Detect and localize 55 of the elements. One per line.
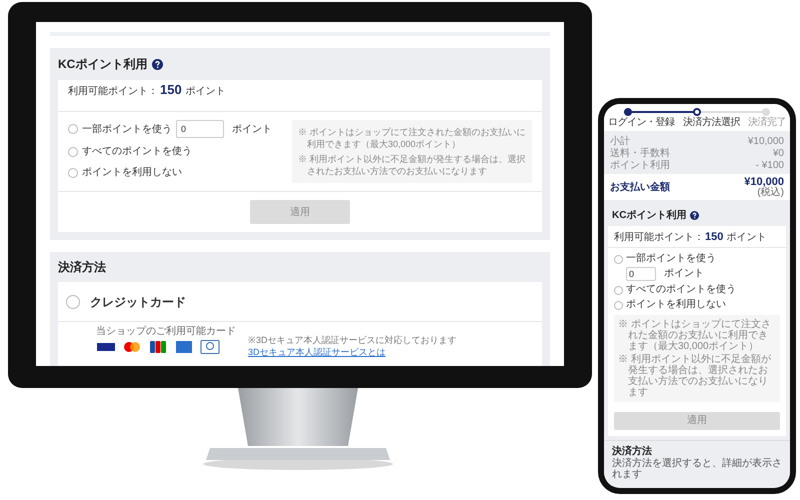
- note-text: ※ 利用ポイント以外に不足金額が発生する場合は、選択されたお支払い方法でのお支払いになります: [618, 354, 772, 398]
- note-text: ※ 利用ポイント以外に不足金額が発生する場合は、選択されたお支払い方法でのお支払いになります: [298, 153, 526, 177]
- note-text: ※ ポイントはショップにて注文された金額のお支払いに利用できます（最大30,000ポイント）: [618, 319, 772, 352]
- section-title: KCポイント利用: [612, 208, 686, 222]
- card-logo-icon: [96, 340, 116, 354]
- help-icon[interactable]: [690, 210, 700, 220]
- card-logo-icon: [148, 340, 168, 354]
- option-label[interactable]: すべてのポイントを使う: [626, 284, 736, 296]
- points-input[interactable]: 0: [176, 120, 224, 138]
- summary-label: ポイント利用: [610, 160, 670, 172]
- payment-description: 決済方法を選択すると、詳細が表示されます: [612, 458, 782, 480]
- radio-button[interactable]: [66, 294, 80, 308]
- points-unit: ポイント: [232, 122, 272, 136]
- summary-label: 小計: [610, 136, 630, 148]
- option-label[interactable]: 一部ポイントを使う: [82, 122, 172, 136]
- secure-note: ※3Dセキュア本人認証サービスに対応しております: [248, 334, 457, 346]
- summary-value: ¥0: [772, 148, 784, 160]
- radio-button[interactable]: [614, 254, 623, 264]
- summary-value: ¥10,000: [748, 136, 784, 148]
- card-logo-icon: [122, 340, 142, 354]
- secure-info-link[interactable]: 3Dセキュア本人認証サービスとは: [248, 346, 457, 358]
- total-label: お支払い金額: [610, 180, 670, 194]
- points-input[interactable]: 0: [626, 267, 656, 281]
- section-title: 決済方法: [58, 259, 106, 276]
- radio-button[interactable]: [68, 168, 78, 178]
- available-points-label: 利用可能ポイント：: [614, 230, 704, 245]
- radio-button[interactable]: [614, 300, 623, 310]
- section-title: 決済方法: [612, 445, 653, 458]
- total-amount: ¥10,000: [744, 176, 784, 188]
- summary-label: 送料・手数料: [610, 148, 670, 160]
- help-icon[interactable]: [152, 58, 164, 70]
- points-unit: ポイント: [726, 231, 766, 245]
- radio-button[interactable]: [614, 286, 623, 294]
- available-points-value: 150: [705, 230, 724, 245]
- step-label: 決済方法選択: [682, 117, 740, 129]
- option-label[interactable]: ポイントを利用しない: [626, 299, 726, 311]
- step-label: ログイン・登録: [608, 117, 674, 129]
- available-points-value: 150: [160, 81, 182, 99]
- card-logo-icon: [200, 340, 220, 354]
- payment-method-label[interactable]: クレジットカード: [90, 292, 186, 310]
- option-label[interactable]: すべてのポイントを使う: [82, 144, 192, 159]
- option-label[interactable]: 一部ポイントを使う: [626, 253, 716, 265]
- radio-button[interactable]: [68, 124, 78, 134]
- available-points-label: 利用可能ポイント：: [68, 84, 158, 99]
- radio-button[interactable]: [68, 146, 78, 156]
- points-unit: ポイント: [664, 268, 704, 280]
- section-title: KCポイント利用: [58, 56, 148, 73]
- summary-value: - ¥100: [756, 160, 784, 172]
- card-logo-icon: [174, 340, 194, 354]
- points-unit: ポイント: [186, 85, 226, 99]
- step-label: 決済完了: [748, 117, 786, 129]
- cards-label: 当ショップのご利用可能カード: [96, 326, 236, 338]
- option-label[interactable]: ポイントを利用しない: [82, 165, 182, 180]
- tax-note: (税込): [757, 188, 784, 198]
- note-text: ※ ポイントはショップにて注文された金額のお支払いに利用できます（最大30,000ポイント）: [298, 126, 526, 150]
